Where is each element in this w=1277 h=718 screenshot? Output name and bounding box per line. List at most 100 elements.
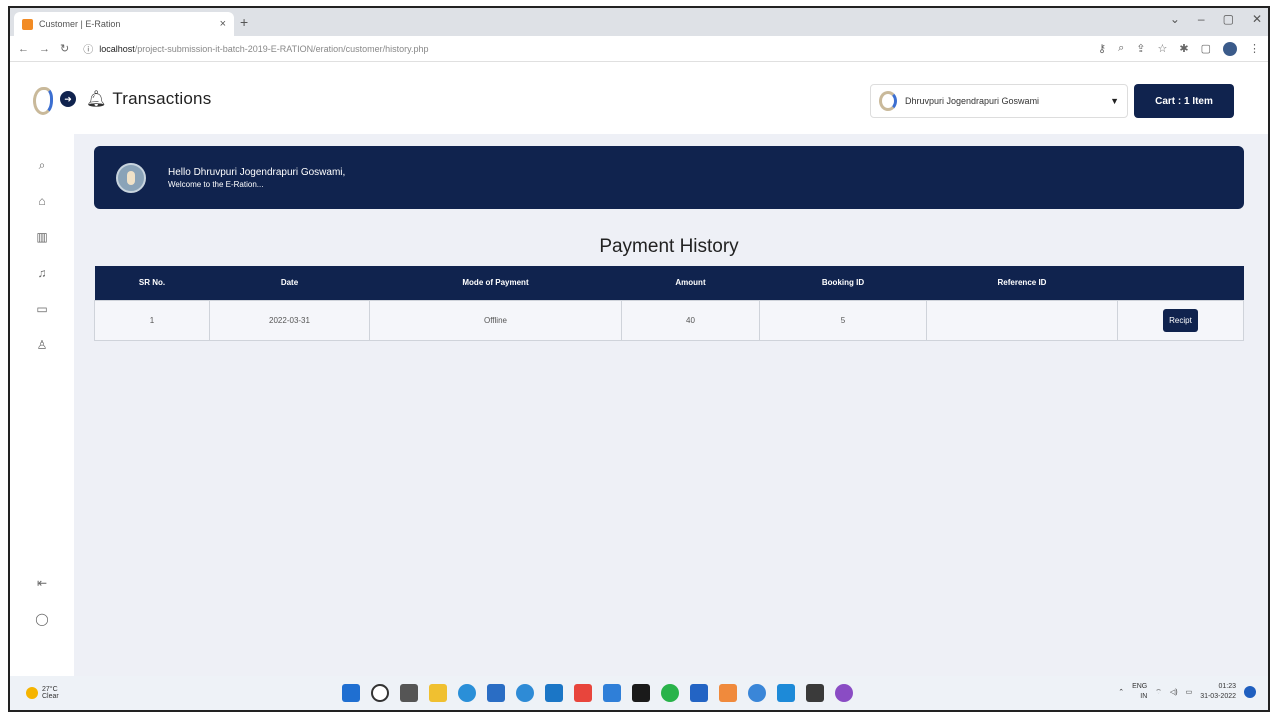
mail-icon[interactable] xyxy=(545,684,563,702)
address-bar[interactable]: ⓘ localhost /project-submission-it-batch… xyxy=(79,39,1088,59)
user-dropdown[interactable]: Dhruvpuri Jogendrapuri Goswami ▼ xyxy=(870,84,1128,118)
region-text: IN xyxy=(1140,693,1148,700)
app-icon-1[interactable] xyxy=(603,684,621,702)
cart-button[interactable]: Cart : 1 Item xyxy=(1134,84,1234,118)
window-controls: ⌄ – ▢ ✕ xyxy=(1170,12,1262,26)
tab-title: Customer | E-Ration xyxy=(39,19,121,29)
weather-widget[interactable]: 27°C Clear xyxy=(26,686,59,700)
file-explorer-icon[interactable] xyxy=(429,684,447,702)
split-view-icon[interactable]: ▢ xyxy=(1201,42,1211,56)
bell-icon[interactable]: 🔔︎ xyxy=(86,89,106,109)
whatsapp-icon[interactable] xyxy=(661,684,679,702)
new-tab-button[interactable]: + xyxy=(240,14,248,30)
notification-icon[interactable] xyxy=(1244,686,1256,698)
recipt-button[interactable]: Recipt xyxy=(1163,308,1198,332)
office-icon[interactable] xyxy=(574,684,592,702)
weather-desc: Clear xyxy=(42,693,59,700)
close-tab-icon[interactable]: × xyxy=(220,18,226,30)
clock-time: 01:23 xyxy=(1218,683,1236,690)
key-icon[interactable]: ⚷ xyxy=(1098,42,1106,56)
site-info-icon[interactable]: ⓘ xyxy=(83,41,93,56)
dark-mode-toggle[interactable]: ◯ xyxy=(10,612,74,626)
col-booking-id: Booking ID xyxy=(759,266,927,300)
edge-icon[interactable] xyxy=(458,684,476,702)
clock-date: 31-03-2022 xyxy=(1200,693,1236,700)
start-icon[interactable] xyxy=(342,684,360,702)
user-avatar-icon xyxy=(879,91,897,111)
browser-tab[interactable]: Customer | E-Ration × xyxy=(14,12,234,36)
col-date: Date xyxy=(209,266,370,300)
col-sr-no: SR No. xyxy=(94,266,210,300)
word-icon[interactable] xyxy=(690,684,708,702)
minimize-button[interactable]: – xyxy=(1198,12,1205,26)
task-view-icon[interactable] xyxy=(400,684,418,702)
logout-icon[interactable]: ⇤ xyxy=(10,576,74,590)
app-area: ➜ 🔔︎ Transactions Dhruvpuri Jogendrapuri… xyxy=(10,64,1268,676)
sun-icon xyxy=(26,687,38,699)
table-row: 1 2022-03-31 Offline 40 5 Recipt xyxy=(94,299,1244,341)
wallet-icon[interactable]: ▭ xyxy=(10,302,74,316)
volume-icon[interactable]: ◁) xyxy=(1170,688,1178,696)
cell-mode: Offline xyxy=(369,299,622,341)
share-icon[interactable]: ⇪ xyxy=(1136,42,1145,56)
home-icon[interactable]: ⌂ xyxy=(10,194,74,208)
clock[interactable]: 01:23 31-03-2022 xyxy=(1200,682,1236,702)
maximize-button[interactable]: ▢ xyxy=(1223,12,1234,26)
app-logo-icon xyxy=(30,85,53,115)
cell-date: 2022-03-31 xyxy=(209,299,370,341)
reload-icon[interactable]: ↻ xyxy=(60,42,69,55)
back-icon[interactable]: ← xyxy=(18,43,29,55)
payment-history-table: SR No. Date Mode of Payment Amount Booki… xyxy=(94,266,1244,341)
col-mode: Mode of Payment xyxy=(369,266,622,300)
store-icon[interactable] xyxy=(487,684,505,702)
forward-icon[interactable]: → xyxy=(39,43,50,55)
app-icon-4[interactable] xyxy=(835,684,853,702)
search-icon[interactable]: ⌕ xyxy=(10,158,74,173)
profile-avatar-icon[interactable] xyxy=(1223,41,1237,56)
greeting-line: Hello Dhruvpuri Jogendrapuri Goswami, xyxy=(168,166,346,178)
tab-search-icon[interactable]: ⌄ xyxy=(1170,12,1180,26)
screenshot-frame: Customer | E-Ration × + ⌄ – ▢ ✕ ← → ↻ ⓘ … xyxy=(8,6,1270,712)
sidebar-toggle-icon[interactable]: ➜ xyxy=(60,91,76,107)
search-taskbar-icon[interactable] xyxy=(371,684,389,702)
cell-action: Recipt xyxy=(1117,299,1244,341)
page-title: Transactions xyxy=(112,89,212,108)
chrome-2-icon[interactable] xyxy=(748,684,766,702)
app-icon-2[interactable] xyxy=(632,684,650,702)
welcome-line: Welcome to the E-Ration... xyxy=(168,179,264,189)
browser-menu-icon[interactable]: ⋮ xyxy=(1249,42,1260,56)
bookmark-star-icon[interactable]: ☆ xyxy=(1158,42,1168,56)
user-icon[interactable]: ♙ xyxy=(10,338,74,352)
browser-tab-bar: Customer | E-Ration × + ⌄ – ▢ ✕ xyxy=(10,8,1268,36)
tray-chevron-icon[interactable]: ⌃ xyxy=(1118,688,1124,696)
sidebar: ⌕ ⌂ ▥ ♫ ▭ ♙ ⇤ ◯ xyxy=(10,134,74,676)
browser-toolbar-icons: ⚷ ⌕ ⇪ ☆ ✱ ▢ ⋮ xyxy=(1098,41,1260,56)
browser-nav-bar: ← → ↻ ⓘ localhost /project-submission-it… xyxy=(10,36,1268,62)
extensions-icon[interactable]: ✱ xyxy=(1179,42,1188,56)
os-taskbar: 27°C Clear ⌃ ENG IN ⌔ ◁) ▭ 01:23 31-03-2… xyxy=(10,676,1268,710)
col-amount: Amount xyxy=(621,266,760,300)
table-header-row: SR No. Date Mode of Payment Amount Booki… xyxy=(94,266,1244,300)
app-header: ➜ 🔔︎ Transactions Dhruvpuri Jogendrapuri… xyxy=(10,64,1268,134)
language-indicator[interactable]: ENG IN xyxy=(1132,682,1147,702)
zoom-icon[interactable]: ⌕ xyxy=(1118,42,1124,56)
cell-amount: 40 xyxy=(621,299,760,341)
wifi-icon[interactable]: ⌔ xyxy=(1155,688,1162,697)
system-tray: ⌃ ENG IN ⌔ ◁) ▭ 01:23 31-03-2022 xyxy=(1118,682,1256,702)
col-reference-id: Reference ID xyxy=(926,266,1118,300)
bell-nav-icon[interactable]: ♫ xyxy=(10,266,74,280)
battery-icon[interactable]: ▭ xyxy=(1186,688,1193,696)
chart-icon[interactable]: ▥ xyxy=(10,230,74,244)
close-window-button[interactable]: ✕ xyxy=(1252,12,1262,26)
vscode-icon[interactable] xyxy=(777,684,795,702)
app-icon-3[interactable] xyxy=(806,684,824,702)
favicon-icon xyxy=(22,18,33,30)
cell-sr: 1 xyxy=(94,299,210,341)
greeting-text: Hello Dhruvpuri Jogendrapuri Goswami, We… xyxy=(168,167,345,189)
chrome-icon[interactable] xyxy=(516,684,534,702)
taskbar-apps xyxy=(342,684,853,702)
xampp-icon[interactable] xyxy=(719,684,737,702)
avatar xyxy=(116,162,146,193)
chevron-down-icon: ▼ xyxy=(1110,96,1119,106)
url-path: /project-submission-it-batch-2019-E-RATI… xyxy=(134,43,429,54)
